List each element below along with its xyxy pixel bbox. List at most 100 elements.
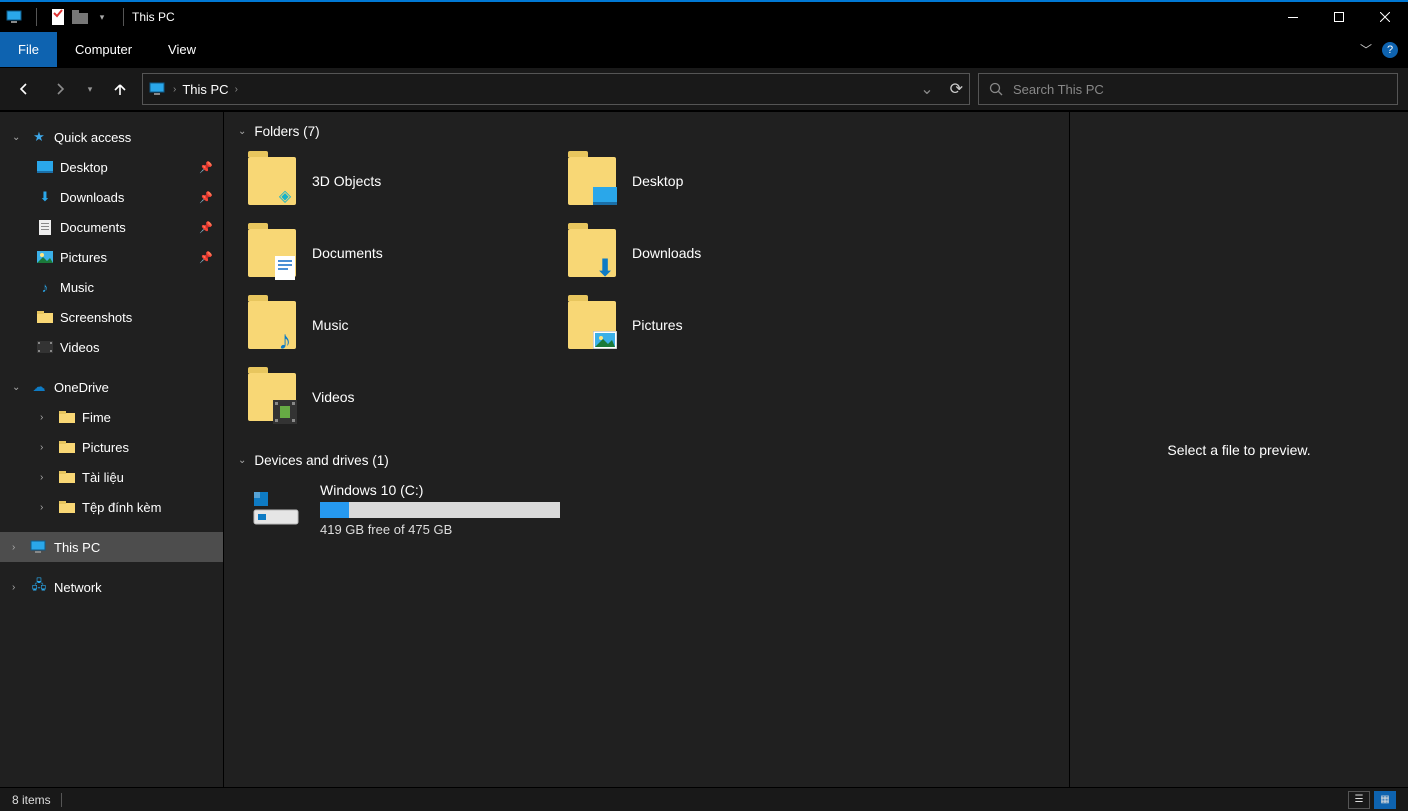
document-icon: [272, 257, 298, 279]
sidebar-item-label: Tệp đính kèm: [82, 500, 162, 515]
chevron-down-icon[interactable]: ⌄: [238, 455, 246, 466]
sidebar-item-tepdinhkem[interactable]: › Tệp đính kèm: [0, 492, 223, 522]
chevron-down-icon[interactable]: ⌄: [238, 126, 246, 137]
preview-empty-text: Select a file to preview.: [1167, 442, 1310, 458]
maximize-button[interactable]: [1316, 1, 1362, 33]
window-controls: [1270, 1, 1408, 33]
status-bar: 8 items ☰ ▦: [0, 787, 1408, 811]
sidebar-item-videos[interactable]: Videos: [0, 332, 223, 362]
sidebar-item-label: Videos: [60, 340, 100, 355]
sidebar-item-label: This PC: [54, 540, 100, 555]
ribbon-tabs: File Computer View ﹀ ?: [0, 32, 1408, 68]
new-folder-icon[interactable]: [71, 8, 89, 26]
window-title: This PC: [132, 10, 175, 24]
navigation-pane: ⌄ ★ Quick access Desktop📌 ⬇ Downloads 📌 Do…: [0, 112, 224, 787]
folder-downloads[interactable]: ⬇Downloads: [568, 225, 888, 281]
refresh-icon[interactable]: ⟳: [950, 79, 963, 99]
sidebar-item-tailieu[interactable]: ›Tài liệu: [0, 462, 223, 492]
address-bar[interactable]: › This PC › ⌄ ⟳: [142, 73, 970, 105]
status-separator: [61, 793, 62, 807]
folder-documents[interactable]: Documents: [248, 225, 568, 281]
sidebar-item-label: OneDrive: [54, 380, 109, 395]
folder-label: Music: [312, 317, 349, 333]
quick-access-toolbar: ▾: [0, 8, 132, 26]
up-button[interactable]: [106, 75, 134, 103]
sidebar-item-downloads[interactable]: ⬇ Downloads 📌: [0, 182, 223, 212]
chevron-down-icon[interactable]: ⌄: [12, 382, 24, 393]
folder-icon: [58, 499, 76, 515]
folder-music[interactable]: ♪Music: [248, 297, 568, 353]
drive-free-text: 419 GB free of 475 GB: [320, 522, 560, 537]
drive-icon: [248, 488, 304, 528]
folder-pictures[interactable]: Pictures: [568, 297, 888, 353]
view-details-button[interactable]: ☰: [1348, 791, 1370, 809]
forward-button[interactable]: [46, 75, 74, 103]
sidebar-item-od-pictures[interactable]: › Pictures: [0, 432, 223, 462]
qat-dropdown-icon[interactable]: ▾: [93, 8, 111, 26]
onedrive-icon: ☁: [30, 379, 48, 395]
sidebar-item-pictures[interactable]: Pictures📌: [0, 242, 223, 272]
qat-divider: [36, 8, 37, 26]
chevron-right-icon[interactable]: ›: [40, 412, 52, 423]
status-item-count: 8 items: [12, 793, 51, 807]
group-header-label: Folders (7): [254, 124, 319, 139]
sidebar-item-label: Pictures: [82, 440, 129, 455]
folder-icon: [36, 309, 54, 325]
tree-network[interactable]: › 🖧 Network: [0, 572, 223, 602]
sidebar-item-label: Fime: [82, 410, 111, 425]
tab-file[interactable]: File: [0, 32, 57, 67]
drive-c[interactable]: Windows 10 (C:) 419 GB free of 475 GB: [224, 476, 1069, 557]
help-icon[interactable]: ?: [1382, 42, 1398, 58]
sidebar-item-music[interactable]: ♪ Music: [0, 272, 223, 302]
sidebar-item-label: Music: [60, 280, 94, 295]
sidebar-item-screenshots[interactable]: Screenshots: [0, 302, 223, 332]
sidebar-item-documents[interactable]: Documents📌: [0, 212, 223, 242]
this-pc-icon: [30, 539, 48, 555]
folder-3d-objects[interactable]: ◈3D Objects: [248, 153, 568, 209]
documents-icon: [36, 219, 54, 235]
address-dropdown-icon[interactable]: ⌄: [920, 79, 933, 99]
recent-locations-button[interactable]: ▾: [82, 75, 98, 103]
tree-this-pc[interactable]: › This PC: [0, 532, 223, 562]
tree-onedrive[interactable]: ⌄ ☁ OneDrive: [0, 372, 223, 402]
sidebar-item-desktop[interactable]: Desktop📌: [0, 152, 223, 182]
minimize-button[interactable]: [1270, 1, 1316, 33]
chevron-down-icon[interactable]: ⌄: [12, 132, 24, 143]
chevron-right-icon[interactable]: ›: [40, 442, 52, 453]
chevron-right-icon[interactable]: ›: [12, 582, 24, 593]
search-box[interactable]: Search This PC: [978, 73, 1398, 105]
tab-computer[interactable]: Computer: [57, 32, 150, 67]
folder-icon: ◈: [248, 157, 296, 205]
sidebar-item-label: Downloads: [60, 190, 124, 205]
chevron-right-icon[interactable]: ›: [12, 542, 24, 553]
search-placeholder: Search This PC: [1013, 82, 1104, 97]
folder-videos[interactable]: Videos: [248, 369, 568, 425]
drive-usage-bar: [320, 502, 560, 518]
sidebar-item-fime[interactable]: › Fime: [0, 402, 223, 432]
chevron-right-icon[interactable]: ›: [235, 84, 238, 95]
folder-desktop[interactable]: Desktop: [568, 153, 888, 209]
view-tiles-button[interactable]: ▦: [1374, 791, 1396, 809]
breadcrumb-this-pc[interactable]: This PC: [182, 82, 228, 97]
folder-label: Downloads: [632, 245, 701, 261]
downloads-icon: ⬇: [36, 189, 54, 205]
ribbon-collapse-icon[interactable]: ﹀: [1360, 41, 1372, 58]
tree-quick-access[interactable]: ⌄ ★ Quick access: [0, 122, 223, 152]
chevron-right-icon[interactable]: ›: [40, 502, 52, 513]
videos-icon: [36, 339, 54, 355]
chevron-right-icon[interactable]: ›: [40, 472, 52, 483]
group-header-drives[interactable]: ⌄ Devices and drives (1): [224, 445, 1069, 476]
music-icon: ♪: [36, 279, 54, 295]
pin-icon: 📌: [199, 161, 213, 174]
tab-view[interactable]: View: [150, 32, 214, 67]
folder-icon: [58, 409, 76, 425]
network-icon: 🖧: [30, 579, 48, 595]
desktop-icon: [592, 185, 618, 207]
pin-icon: 📌: [199, 191, 213, 204]
properties-icon[interactable]: [49, 8, 67, 26]
folders-grid: ◈3D Objects Desktop Documents ⬇Downloads…: [224, 147, 1069, 445]
chevron-right-icon[interactable]: ›: [173, 84, 176, 95]
group-header-folders[interactable]: ⌄ Folders (7): [224, 116, 1069, 147]
close-button[interactable]: [1362, 1, 1408, 33]
back-button[interactable]: [10, 75, 38, 103]
